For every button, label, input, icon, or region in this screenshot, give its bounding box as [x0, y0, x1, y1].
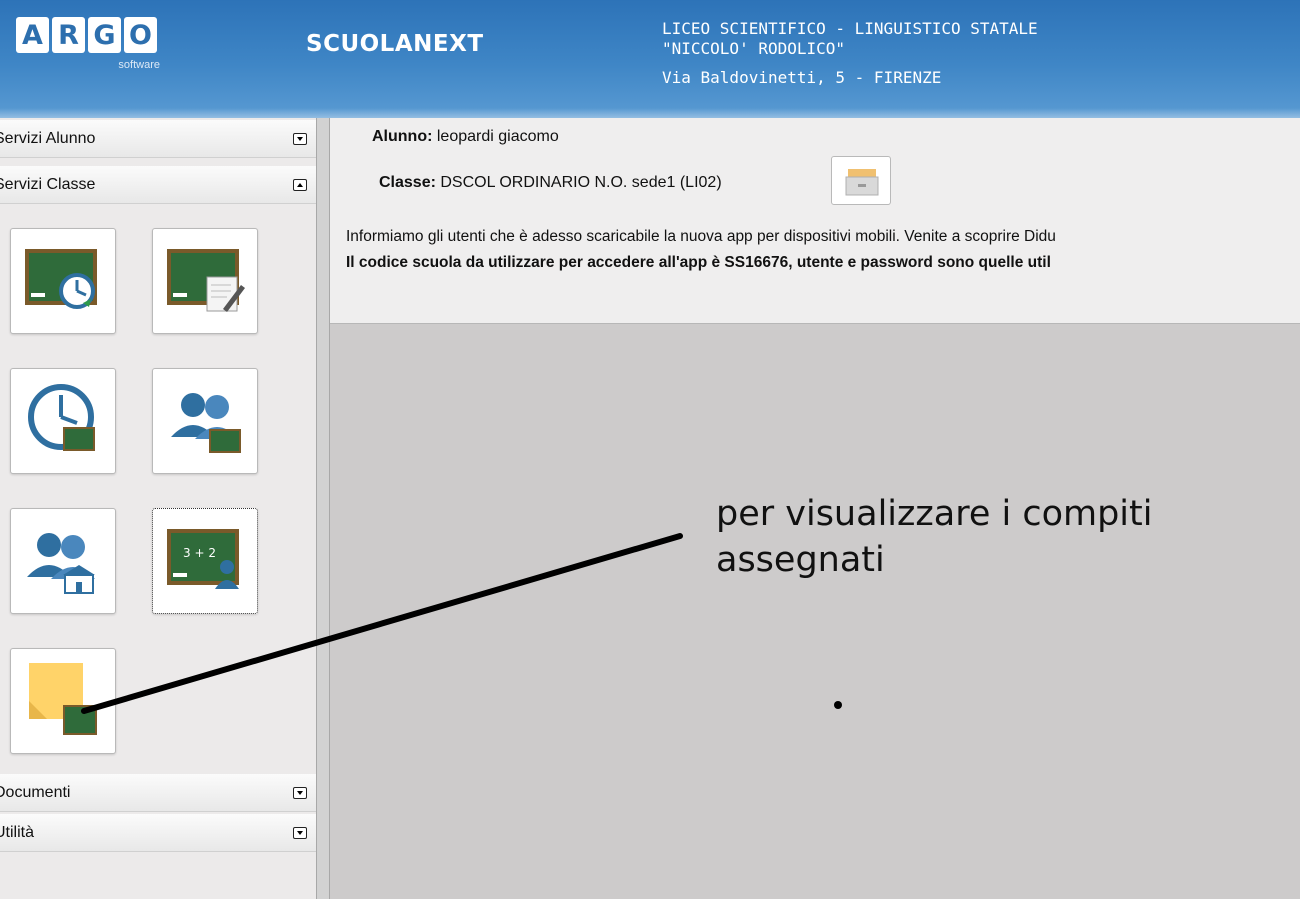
product-name: SCUOLANEXT [306, 31, 484, 57]
class-line: Classe: DSCOL ORDINARIO N.O. sede1 (LI02… [379, 174, 722, 192]
people-blackboard-icon [171, 393, 241, 453]
class-value: DSCOL ORDINARIO N.O. sede1 (LI02) [440, 174, 722, 191]
logo-letter: A [16, 17, 49, 53]
blackboard-math-person-icon: 3 + 2 [167, 529, 239, 589]
logo-letter: R [52, 17, 85, 53]
logo-letter: G [88, 17, 121, 53]
notice-text: Informiamo gli utenti che è adesso scari… [346, 224, 1056, 276]
section-servizi-classe[interactable]: Servizi Classe [0, 166, 318, 204]
expand-icon[interactable] [293, 827, 307, 839]
class-label: Classe: [379, 174, 436, 191]
blackboard-pencil-icon [167, 249, 245, 312]
select-class-button[interactable] [831, 156, 891, 205]
app-header: A R G O software SCUOLANEXT LICEO SCIENT… [0, 0, 1300, 118]
school-name-2: "NICCOLO' RODOLICO" [662, 39, 846, 58]
annotation-text: per visualizzare i compiti assegnati [716, 491, 1152, 583]
student-info-panel: Alunno: leopardi giacomo Classe: DSCOL O… [330, 118, 1300, 324]
school-name: LICEO SCIENTIFICO - LINGUISTICO STATALE [662, 19, 1038, 38]
tile-registro[interactable] [152, 228, 258, 334]
expand-icon[interactable] [293, 787, 307, 799]
student-label: Alunno: [372, 128, 433, 145]
school-info: LICEO SCIENTIFICO - LINGUISTICO STATALE … [662, 19, 1038, 88]
tile-docenti-classe[interactable] [152, 368, 258, 474]
student-line: Alunno: leopardi giacomo [372, 128, 559, 146]
archive-drawer-icon [845, 169, 879, 196]
tile-compiti-assegnati[interactable] [10, 648, 116, 754]
tile-bacheca-classe[interactable]: 3 + 2 [152, 508, 258, 614]
sticky-note-blackboard-icon [29, 663, 97, 735]
tile-docenti-scuola[interactable] [10, 508, 116, 614]
people-school-icon [27, 533, 95, 594]
tile-orario[interactable] [10, 368, 116, 474]
notice-line-bold: Il codice scuola da utilizzare per acced… [346, 254, 1051, 271]
section-servizi-alunno[interactable]: Servizi Alunno [0, 120, 318, 158]
student-value: leopardi giacomo [436, 128, 559, 145]
section-label: Servizi Classe [0, 175, 96, 193]
tile-orario-classe[interactable] [10, 228, 116, 334]
expand-icon[interactable] [293, 133, 307, 145]
school-address: Via Baldovinetti, 5 - FIRENZE [662, 68, 942, 87]
section-utilita[interactable]: Utilità [0, 814, 318, 852]
annotation-line: assegnati [716, 540, 885, 580]
sidebar: Servizi Alunno Servizi Classe 3 + 2 Docu… [0, 118, 320, 899]
annotation-line: per visualizzare i compiti [716, 494, 1153, 534]
collapse-icon[interactable] [293, 179, 307, 191]
panel-splitter[interactable] [316, 118, 330, 899]
logo-letter: O [124, 17, 157, 53]
argo-logo: A R G O [16, 17, 157, 53]
svg-text:3 + 2: 3 + 2 [183, 546, 216, 560]
section-label: Servizi Alunno [0, 129, 96, 147]
blackboard-clock-icon [25, 249, 97, 309]
section-documenti[interactable]: Documenti [0, 774, 318, 812]
clock-blackboard-icon [28, 384, 95, 451]
section-label: Utilità [0, 823, 35, 841]
logo-subtitle: software [118, 59, 160, 71]
section-label: Documenti [0, 783, 71, 801]
notice-line: Informiamo gli utenti che è adesso scari… [346, 228, 1056, 245]
